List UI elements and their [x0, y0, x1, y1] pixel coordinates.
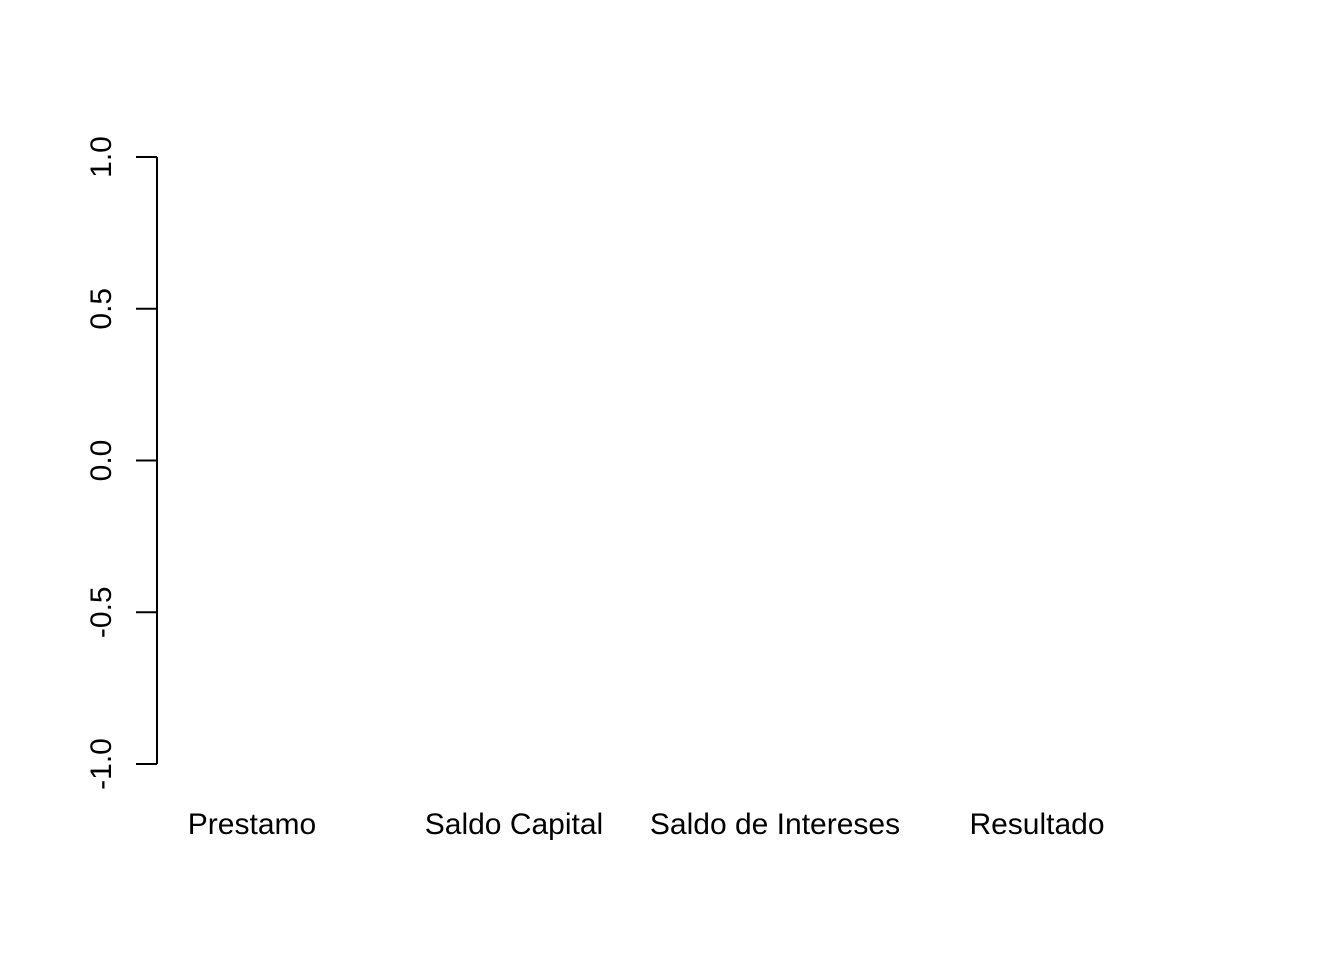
- x-category-label: Prestamo: [188, 808, 316, 841]
- y-tick-label: 0.5: [85, 288, 118, 330]
- y-tick-label: -1.0: [85, 738, 118, 790]
- y-tick-label: -0.5: [85, 586, 118, 638]
- y-axis: -1.0 -0.5 0.0 0.5 1.0: [85, 136, 158, 790]
- y-tick-label: 1.0: [85, 136, 118, 178]
- x-category-label: Saldo de Intereses: [650, 808, 900, 841]
- y-tick-label: 0.0: [85, 440, 118, 482]
- x-axis-labels: Prestamo Saldo Capital Saldo de Intereses R…: [188, 808, 1105, 841]
- x-category-label: Saldo Capital: [425, 808, 603, 841]
- bar-chart: -1.0 -0.5 0.0 0.5 1.0 Prestamo Saldo Capital S…: [85, 136, 1105, 841]
- x-category-label: Resultado: [969, 808, 1104, 841]
